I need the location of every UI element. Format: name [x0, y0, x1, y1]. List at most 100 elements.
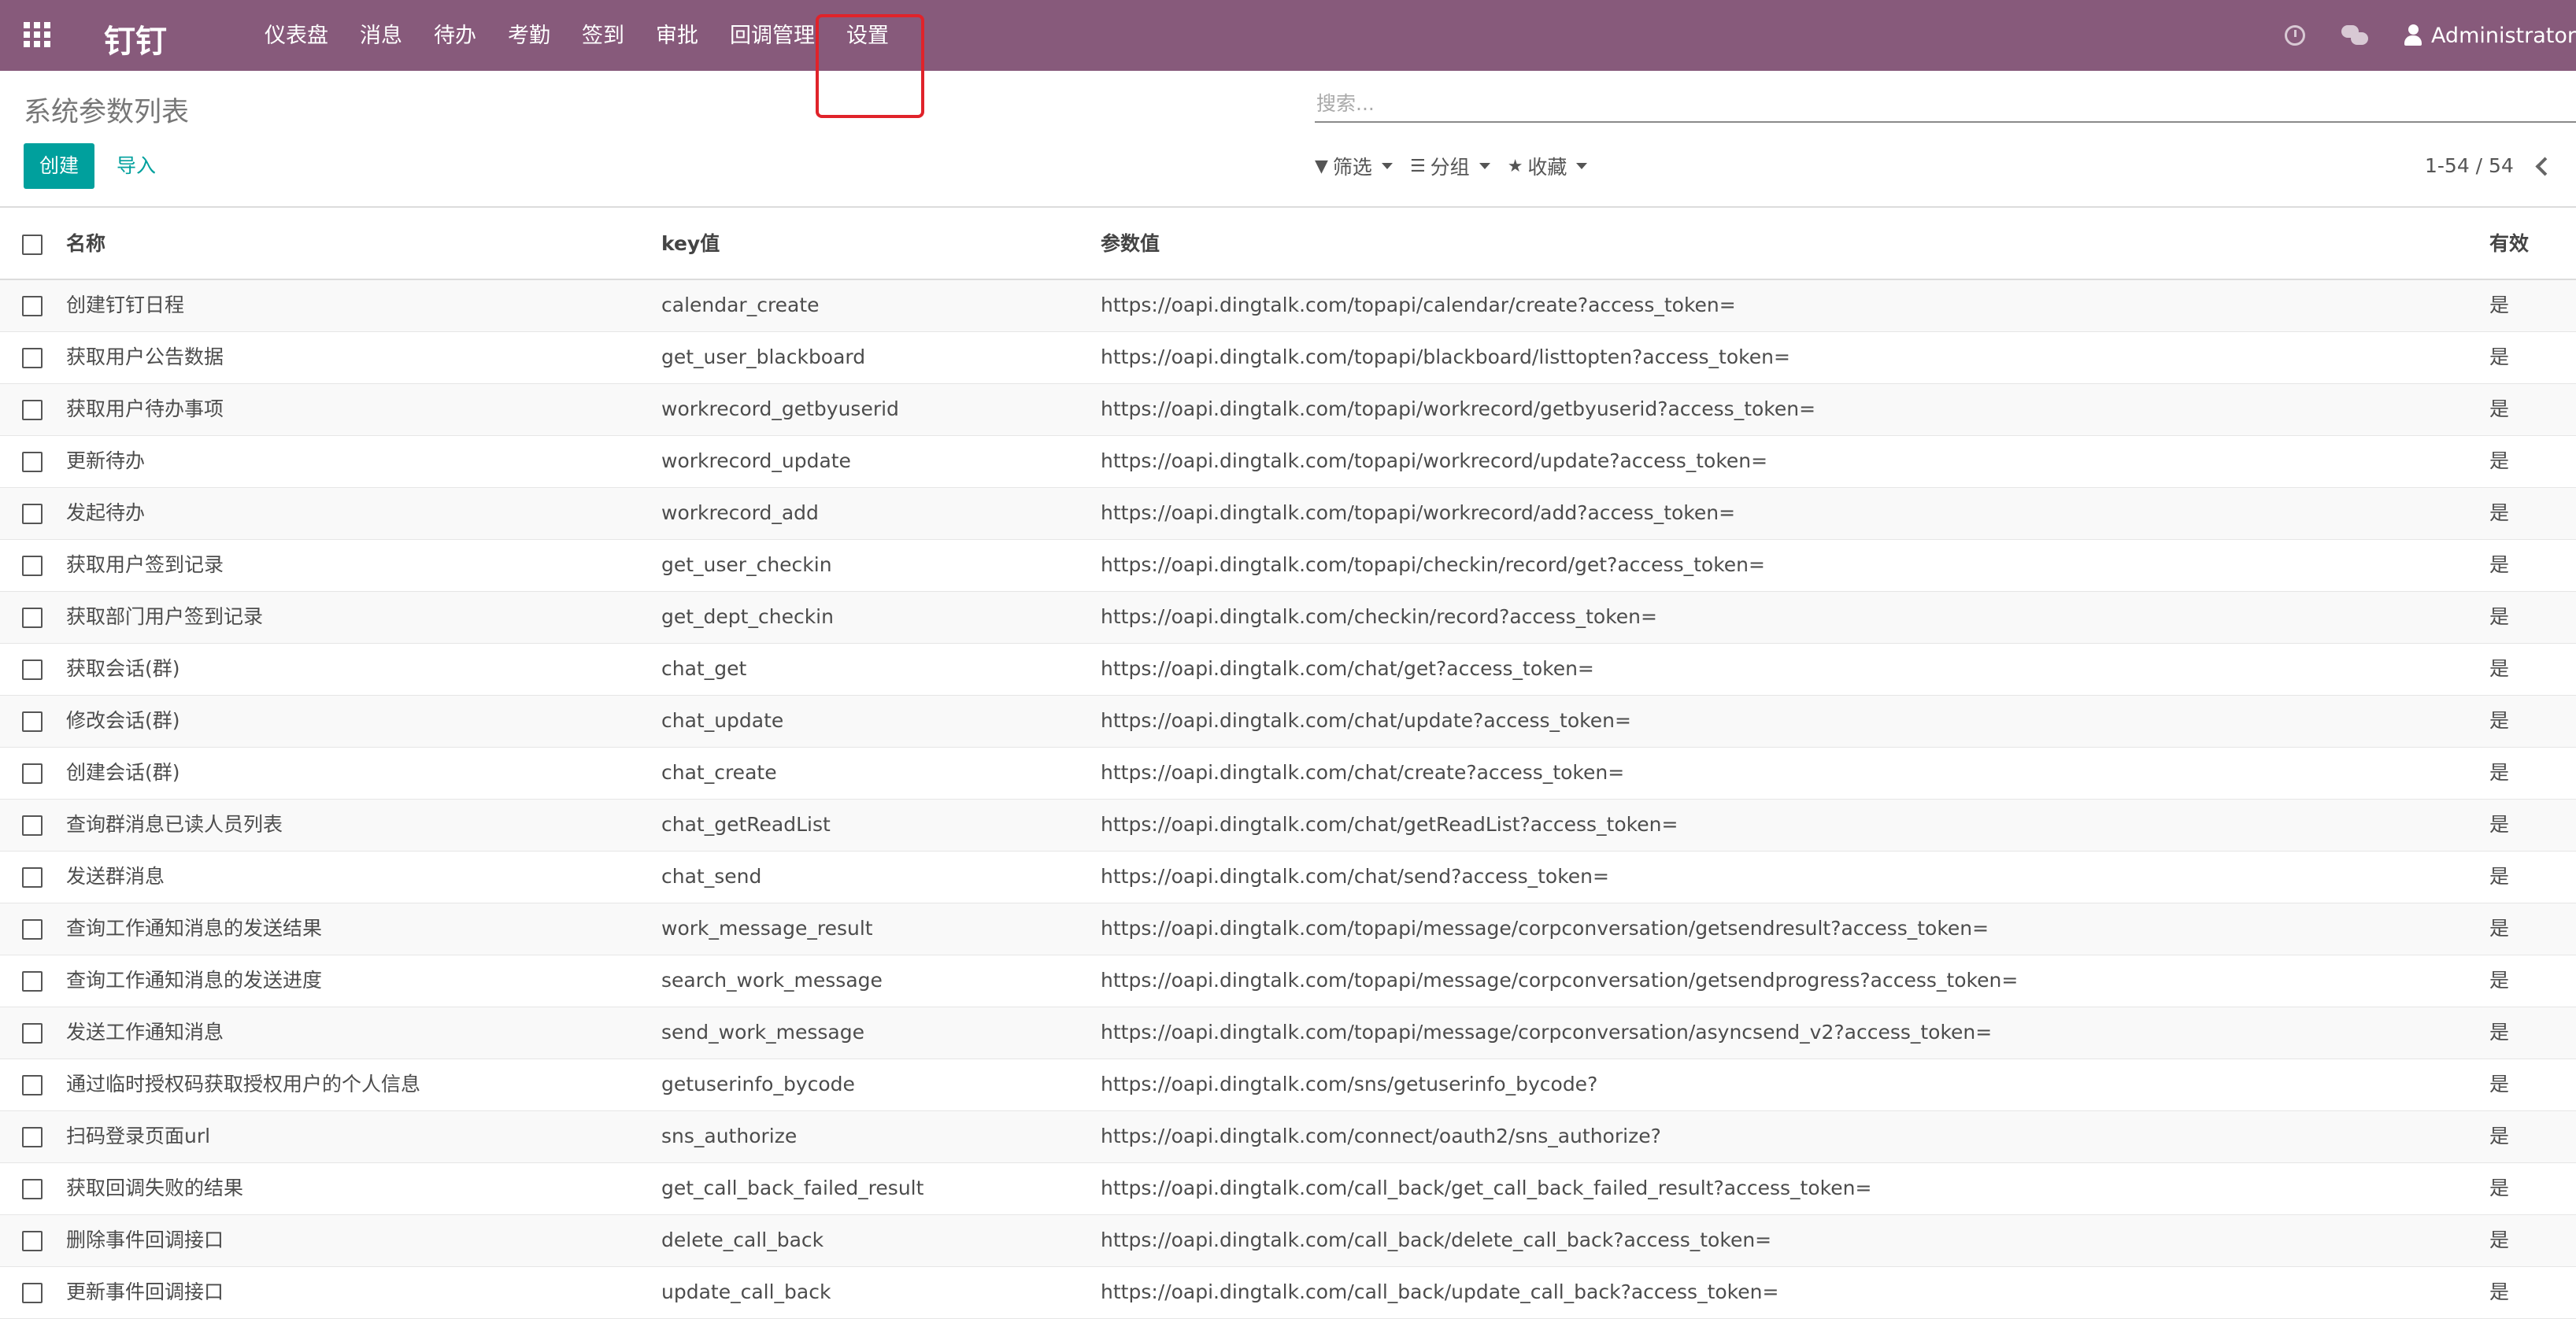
pager-value[interactable]: 1-54 / 54: [2425, 154, 2514, 177]
cell-key: send_work_message: [661, 1021, 864, 1044]
cell-key: update_call_back: [661, 1280, 831, 1303]
cell-key: get_dept_checkin: [661, 605, 834, 628]
cell-value: https://oapi.dingtalk.com/topapi/message…: [1101, 917, 1989, 940]
cell-active: 是: [2489, 865, 2510, 888]
cell-key: chat_update: [661, 709, 784, 732]
row-checkbox[interactable]: [22, 556, 43, 576]
app-brand[interactable]: 钉钉: [104, 16, 167, 61]
menu-item-messages[interactable]: 消息: [344, 0, 418, 71]
favorites-button[interactable]: ★ 收藏: [1508, 152, 1588, 180]
row-checkbox[interactable]: [22, 971, 43, 992]
chat-icon[interactable]: [2341, 25, 2368, 46]
cell-key: chat_create: [661, 761, 777, 784]
table-row[interactable]: 更新待办 workrecord_update https://oapi.dingta…: [0, 436, 2576, 488]
row-checkbox[interactable]: [22, 919, 43, 940]
row-checkbox[interactable]: [22, 867, 43, 888]
menu-item-callback[interactable]: 回调管理: [714, 0, 831, 71]
table-row[interactable]: 删除事件回调接口 delete_call_back https://oapi.din…: [0, 1215, 2576, 1267]
column-header-active[interactable]: 有效: [2489, 208, 2568, 280]
column-header-name[interactable]: 名称: [66, 208, 649, 280]
clock-icon[interactable]: [2284, 25, 2305, 46]
filter-button[interactable]: ▼ 筛选: [1315, 152, 1393, 180]
table-row[interactable]: 创建会话(群) chat_create https://oapi.dingtalk.…: [0, 748, 2576, 800]
menu-item-approval[interactable]: 审批: [640, 0, 714, 71]
cell-value: https://oapi.dingtalk.com/topapi/message…: [1101, 1021, 1993, 1044]
row-select-cell: [22, 955, 46, 1006]
cell-active: 是: [2489, 345, 2510, 368]
table-row[interactable]: 发送群消息 chat_send https://oapi.dingtalk.com/…: [0, 852, 2576, 903]
table-row[interactable]: 获取用户公告数据 get_user_blackboard https://oapi.…: [0, 332, 2576, 384]
row-checkbox[interactable]: [22, 296, 43, 316]
cell-key: get_user_checkin: [661, 553, 832, 576]
row-checkbox[interactable]: [22, 1023, 43, 1044]
cell-value: https://oapi.dingtalk.com/chat/create?ac…: [1101, 761, 1625, 784]
cell-value: https://oapi.dingtalk.com/topapi/workrec…: [1101, 449, 1768, 472]
row-checkbox[interactable]: [22, 608, 43, 628]
menu-item-dashboard[interactable]: 仪表盘: [249, 0, 344, 71]
cell-active: 是: [2489, 1177, 2510, 1199]
row-checkbox[interactable]: [22, 1283, 43, 1303]
search-input[interactable]: [1315, 85, 2576, 121]
row-checkbox[interactable]: [22, 452, 43, 472]
row-checkbox[interactable]: [22, 711, 43, 732]
star-icon: ★: [1507, 156, 1523, 176]
cell-key: chat_getReadList: [661, 813, 831, 836]
table-row[interactable]: 获取部门用户签到记录 get_dept_checkin https://oapi.d…: [0, 592, 2576, 644]
row-checkbox[interactable]: [22, 1075, 43, 1095]
main-menu: 仪表盘 消息 待办 考勤 签到 审批 回调管理 设置: [249, 0, 905, 71]
table-row[interactable]: 查询群消息已读人员列表 chat_getReadList https://oapi.…: [0, 800, 2576, 852]
systray: Administrator: [2284, 0, 2576, 71]
cell-active: 是: [2489, 1021, 2510, 1044]
filter-icon: ▼: [1315, 156, 1328, 176]
row-checkbox[interactable]: [22, 1231, 43, 1251]
menu-item-checkin[interactable]: 签到: [566, 0, 640, 71]
row-select-cell: [22, 1111, 46, 1162]
cell-active: 是: [2489, 449, 2510, 472]
row-checkbox[interactable]: [22, 1127, 43, 1147]
cell-name: 通过临时授权码获取授权用户的个人信息: [66, 1073, 421, 1095]
table-row[interactable]: 获取回调失败的结果 get_call_back_failed_result http…: [0, 1163, 2576, 1215]
row-checkbox[interactable]: [22, 660, 43, 680]
create-button[interactable]: 创建: [24, 143, 94, 189]
cell-active: 是: [2489, 969, 2510, 992]
cell-name: 发送群消息: [66, 865, 165, 888]
row-checkbox[interactable]: [22, 400, 43, 420]
row-checkbox[interactable]: [22, 815, 43, 836]
user-menu[interactable]: Administrator: [2404, 24, 2576, 48]
table-row[interactable]: 查询工作通知消息的发送进度 search_work_message https://…: [0, 955, 2576, 1007]
import-button[interactable]: 导入: [117, 143, 156, 189]
table-row[interactable]: 创建钉钉日程 calendar_create https://oapi.dingta…: [0, 280, 2576, 332]
cell-value: https://oapi.dingtalk.com/topapi/checkin…: [1101, 553, 1765, 576]
table-row[interactable]: 获取用户签到记录 get_user_checkin https://oapi.din…: [0, 540, 2576, 592]
cell-name: 发送工作通知消息: [66, 1021, 224, 1044]
table-row[interactable]: 发起待办 workrecord_add https://oapi.dingtalk.…: [0, 488, 2576, 540]
list-icon: ☰: [1409, 156, 1426, 176]
menu-item-attendance[interactable]: 考勤: [492, 0, 566, 71]
table-row[interactable]: 修改会话(群) chat_update https://oapi.dingtalk.…: [0, 696, 2576, 748]
table-row[interactable]: 通过临时授权码获取授权用户的个人信息 getuserinfo_bycode http…: [0, 1059, 2576, 1111]
menu-item-todo[interactable]: 待办: [418, 0, 492, 71]
cell-key: work_message_result: [661, 917, 873, 940]
apps-grid-icon[interactable]: [24, 22, 52, 47]
pager-previous-button[interactable]: [2532, 154, 2551, 178]
row-checkbox[interactable]: [22, 504, 43, 524]
table-row[interactable]: 发送工作通知消息 send_work_message https://oapi.di…: [0, 1007, 2576, 1059]
row-select-cell: [22, 332, 46, 382]
cell-key: workrecord_getbyuserid: [661, 397, 899, 420]
cell-value: https://oapi.dingtalk.com/connect/oauth2…: [1101, 1125, 1661, 1147]
table-row[interactable]: 获取会话(群) chat_get https://oapi.dingtalk.com…: [0, 644, 2576, 696]
row-checkbox[interactable]: [22, 763, 43, 784]
group-by-button[interactable]: ☰ 分组: [1410, 152, 1490, 180]
table-row[interactable]: 查询工作通知消息的发送结果 work_message_result https://…: [0, 903, 2576, 955]
row-checkbox[interactable]: [22, 348, 43, 368]
table-row[interactable]: 更新事件回调接口 update_call_back https://oapi.din…: [0, 1267, 2576, 1319]
row-checkbox[interactable]: [22, 1179, 43, 1199]
table-row[interactable]: 获取用户待办事项 workrecord_getbyuserid https://oa…: [0, 384, 2576, 436]
select-all-checkbox[interactable]: [22, 235, 43, 255]
column-header-value[interactable]: 参数值: [1101, 208, 2471, 280]
cell-value: https://oapi.dingtalk.com/chat/getReadLi…: [1101, 813, 1678, 836]
table-row[interactable]: 扫码登录页面url sns_authorize https://oapi.dingt…: [0, 1111, 2576, 1163]
row-select-cell: [22, 592, 46, 642]
column-header-key[interactable]: key值: [661, 208, 1086, 280]
cell-name: 获取回调失败的结果: [66, 1177, 244, 1199]
